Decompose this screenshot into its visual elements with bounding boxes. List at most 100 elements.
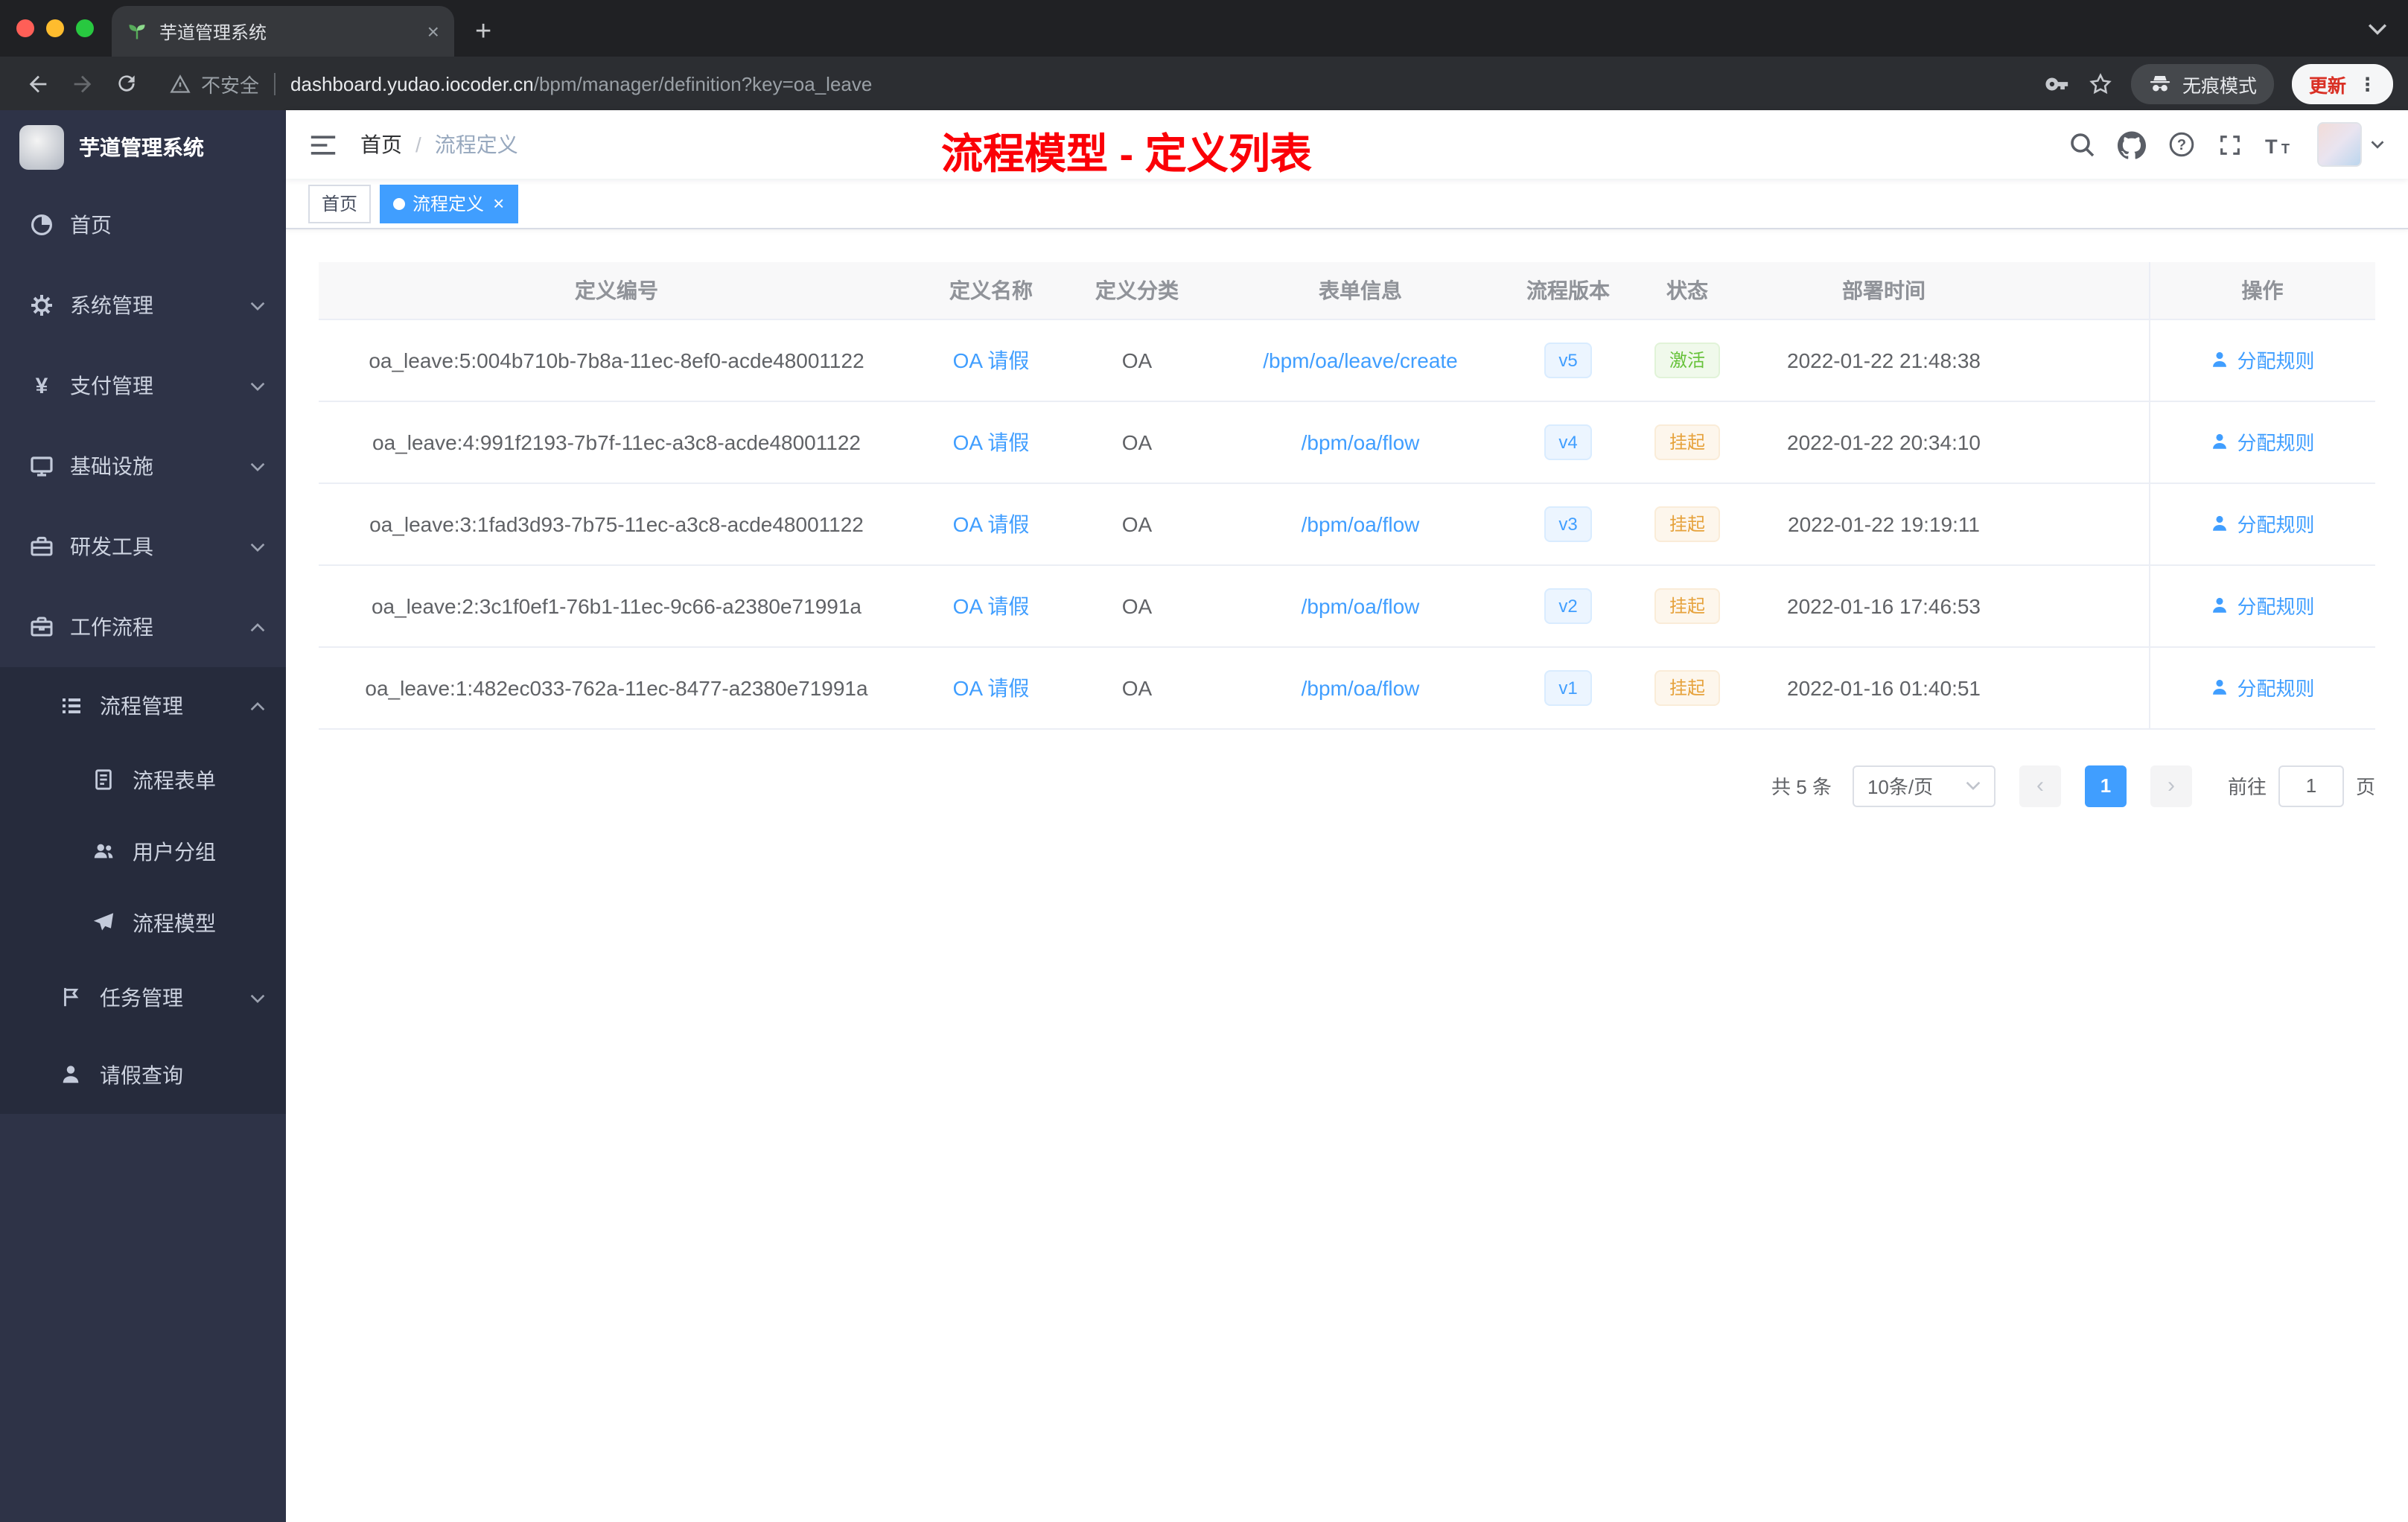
person-icon [2213, 515, 2227, 531]
assign-rule-link[interactable]: 分配规则 [2210, 427, 2315, 456]
monitor-icon [30, 454, 54, 478]
window-close-button[interactable] [16, 19, 34, 37]
tag-process-definition[interactable]: 流程定义 × [380, 184, 518, 223]
svg-text:T: T [2281, 141, 2290, 156]
form-link[interactable]: /bpm/oa/flow [1302, 675, 1420, 699]
reload-button[interactable] [104, 61, 149, 106]
sidebar-item-payment[interactable]: ¥ 支付管理 [0, 346, 286, 426]
status-badge: 激活 [1654, 342, 1720, 378]
browser-toolbar: 不安全 dashboard.yudao.iocoder.cn/bpm/manag… [0, 57, 2408, 110]
definition-name-link[interactable]: OA 请假 [953, 512, 1030, 535]
search-icon[interactable] [2068, 131, 2095, 158]
column-header-form: 表单信息 [1206, 262, 1514, 319]
prev-page-button[interactable]: ‹ [2019, 765, 2061, 806]
sidebar-item-system[interactable]: 系统管理 [0, 265, 286, 346]
sidebar-item-home[interactable]: 首页 [0, 185, 286, 265]
assign-rule-link[interactable]: 分配规则 [2210, 509, 2315, 538]
breadcrumb-home[interactable]: 首页 [360, 130, 402, 159]
new-tab-button[interactable]: + [475, 18, 491, 46]
cell-category: OA [1068, 319, 1206, 401]
update-label[interactable]: 更新 [2309, 69, 2346, 98]
sidebar-item-workflow[interactable]: 工作流程 [0, 587, 286, 667]
window-zoom-button[interactable] [76, 19, 94, 37]
fullscreen-icon[interactable] [2217, 132, 2243, 157]
sidebar-item-label: 流程表单 [133, 768, 216, 792]
form-link[interactable]: /bpm/oa/flow [1302, 512, 1420, 535]
help-icon[interactable]: ? [2168, 131, 2195, 158]
flag-icon [60, 986, 83, 1010]
form-link[interactable]: /bpm/oa/flow [1302, 593, 1420, 617]
assign-rule-link[interactable]: 分配规则 [2210, 346, 2315, 374]
chevron-down-icon [250, 300, 265, 311]
page-size-value: 10条/页 [1867, 776, 1934, 798]
github-icon[interactable] [2118, 130, 2146, 159]
goto-page-input[interactable] [2278, 765, 2344, 806]
forward-button[interactable] [60, 61, 104, 106]
address-bar[interactable]: 不安全 dashboard.yudao.iocoder.cn/bpm/manag… [170, 69, 2028, 98]
cell-category: OA [1068, 564, 1206, 647]
sidebar-item-label: 流程管理 [100, 694, 183, 718]
bookmark-star-icon[interactable] [2089, 71, 2114, 96]
definition-name-link[interactable]: OA 请假 [953, 593, 1030, 617]
breadcrumb: 首页 / 流程定义 [360, 130, 518, 159]
chevron-down-icon [2371, 141, 2384, 149]
person-icon [2213, 597, 2227, 613]
page-number-1[interactable]: 1 [2084, 765, 2127, 806]
tab-search-icon[interactable] [2368, 19, 2387, 39]
cell-definition-id: oa_leave:2:3c1f0ef1-76b1-11ec-9c66-a2380… [319, 564, 914, 647]
sidebar-item-devtools[interactable]: 研发工具 [0, 506, 286, 587]
assign-rule-link[interactable]: 分配规则 [2210, 673, 2315, 701]
sidebar-item-infrastructure[interactable]: 基础设施 [0, 426, 286, 506]
status-badge: 挂起 [1654, 506, 1720, 541]
chevron-down-icon [250, 380, 265, 391]
security-label: 不安全 [201, 74, 260, 96]
sidebar-item-user-group[interactable]: 用户分组 [0, 816, 286, 888]
definition-name-link[interactable]: OA 请假 [953, 430, 1030, 453]
assign-rule-link[interactable]: 分配规则 [2210, 591, 2315, 620]
page-size-select[interactable]: 10条/页 [1852, 765, 1995, 806]
next-page-button[interactable]: › [2150, 765, 2192, 806]
avatar[interactable] [2317, 122, 2362, 167]
user-menu[interactable] [2317, 122, 2384, 167]
font-size-icon[interactable]: TT [2265, 132, 2295, 157]
chevron-down-icon [250, 461, 265, 471]
chevron-down-icon [250, 541, 265, 552]
sidebar-item-process-model[interactable]: 流程模型 [0, 888, 286, 959]
update-chip[interactable]: 更新 ⋮ [2292, 63, 2393, 104]
app-logo[interactable]: 芋道管理系统 [0, 110, 286, 185]
sidebar-item-label: 基础设施 [70, 454, 153, 478]
column-header-name: 定义名称 [914, 262, 1068, 319]
sidebar-item-process-form[interactable]: 流程表单 [0, 745, 286, 816]
status-badge: 挂起 [1654, 424, 1720, 459]
tag-close-icon[interactable]: × [493, 194, 504, 213]
column-header-version: 流程版本 [1514, 262, 1622, 319]
tag-home[interactable]: 首页 [308, 184, 372, 223]
url-domain: dashboard.yudao.iocoder.cn [290, 72, 534, 95]
active-tag-dot [393, 197, 406, 209]
app-header: 首页 / 流程定义 流程模型 - 定义列表 ? T T [286, 110, 2408, 179]
password-key-icon[interactable] [2045, 71, 2071, 96]
form-link[interactable]: /bpm/oa/leave/create [1263, 348, 1458, 372]
cell-deploy-time: 2022-01-22 21:48:38 [1753, 319, 2015, 401]
definition-name-link[interactable]: OA 请假 [953, 675, 1030, 699]
sidebar-item-process-management[interactable]: 流程管理 [0, 667, 286, 745]
sidebar-item-leave-query[interactable]: 请假查询 [0, 1037, 286, 1114]
hamburger-icon[interactable] [310, 133, 337, 156]
browser-menu-icon[interactable]: ⋮ [2358, 72, 2377, 95]
form-link[interactable]: /bpm/oa/flow [1302, 430, 1420, 453]
sidebar-item-task-management[interactable]: 任务管理 [0, 959, 286, 1037]
window-minimize-button[interactable] [46, 19, 64, 37]
definition-name-link[interactable]: OA 请假 [953, 348, 1030, 372]
browser-tab[interactable]: 芋道管理系统 × [112, 6, 454, 57]
screen: 芋道管理系统 × + 不安全 dashboard.yudao.iocoder.c… [0, 0, 2408, 1522]
table-row: oa_leave:5:004b710b-7b8a-11ec-8ef0-acde4… [319, 319, 2375, 401]
column-header-status: 状态 [1622, 262, 1753, 319]
tab-close-icon[interactable]: × [427, 21, 439, 42]
column-header-filler [2015, 262, 2149, 319]
status-badge: 挂起 [1654, 588, 1720, 623]
sidebar-item-label: 工作流程 [70, 615, 153, 639]
cell-definition-id: oa_leave:3:1fad3d93-7b75-11ec-a3c8-acde4… [319, 483, 914, 565]
table-row: oa_leave:2:3c1f0ef1-76b1-11ec-9c66-a2380… [319, 564, 2375, 647]
chevron-down-icon [1966, 780, 1981, 791]
back-button[interactable] [15, 61, 60, 106]
